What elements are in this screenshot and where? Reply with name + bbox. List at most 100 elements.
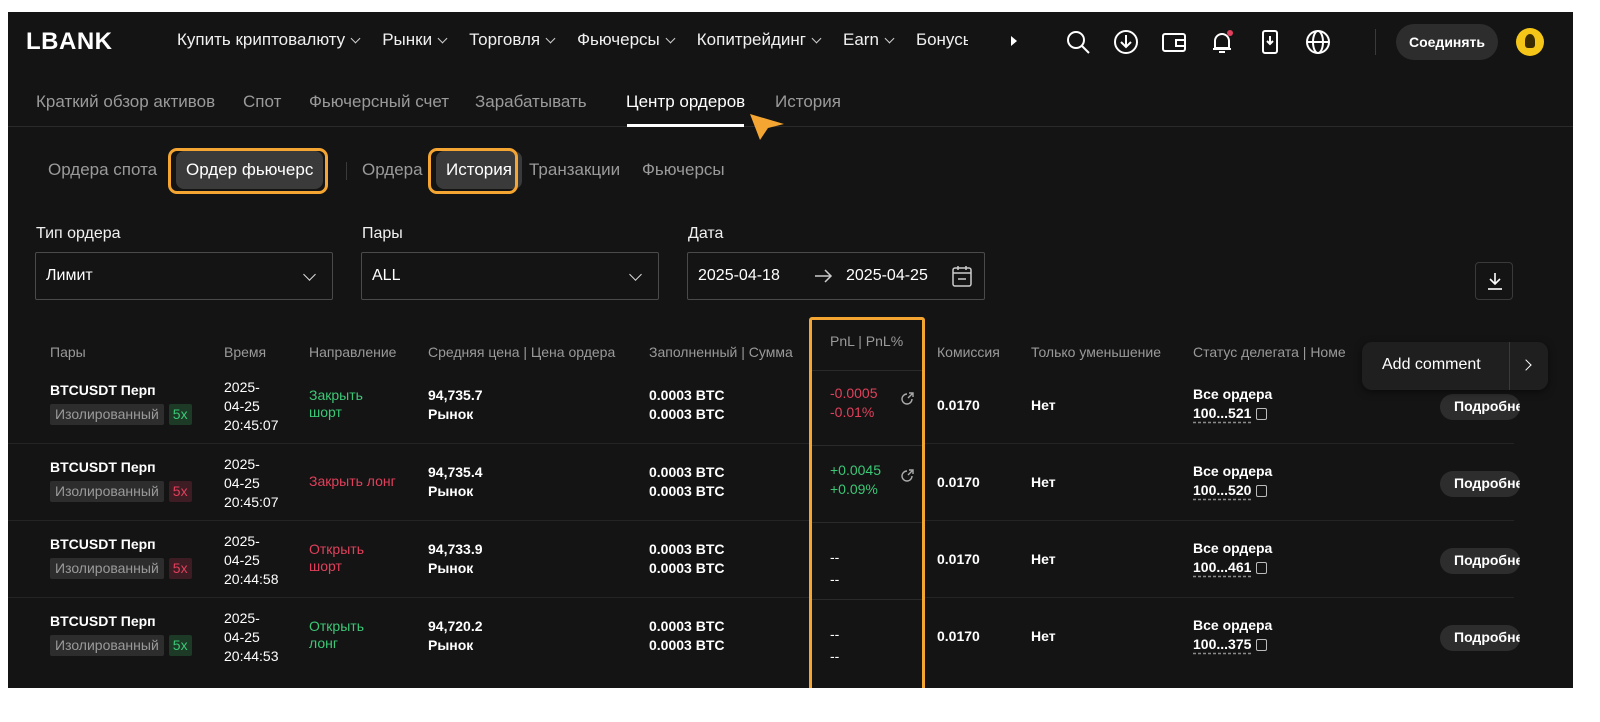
date-month-day: 04-25 <box>224 629 260 645</box>
tab-earn[interactable]: Зарабатывать <box>475 92 587 112</box>
pnl-cell: -0.0005 -0.01% <box>830 384 877 422</box>
details-button[interactable]: Подробнее <box>1440 625 1520 651</box>
chevron-down-icon <box>629 268 642 281</box>
delegate-status: Все ордера <box>1193 617 1273 633</box>
tab-spot[interactable]: Спот <box>243 92 281 112</box>
fee-cell: 0.0170 <box>937 474 980 490</box>
time-cell: 2025- 04-25 20:44:58 <box>224 532 279 589</box>
pnl-column-highlight: PnL | PnL% -0.0005 -0.01% +0.0045 +0.09%… <box>809 317 925 688</box>
date-range-picker[interactable]: 2025-04-18 2025-04-25 <box>687 252 985 300</box>
pnl-divider <box>812 599 922 600</box>
pair-cell: BTCUSDT Перп Изолированный 5x <box>50 535 192 579</box>
pnl-value: -0.0005 <box>830 385 878 401</box>
direction-line2: шорт <box>309 404 342 420</box>
subtab-transactions[interactable]: Транзакции <box>529 160 620 180</box>
pnl-percent: -0.01% <box>830 404 875 420</box>
menu-more-arrow-icon[interactable] <box>1011 36 1017 46</box>
share-icon[interactable] <box>900 469 914 483</box>
subtab-history[interactable]: История <box>436 151 522 189</box>
main-menu: Купить криптовалюту Рынки Торговля Фьюче… <box>177 30 968 50</box>
popup-divider <box>1509 342 1510 390</box>
subtab-futures-orders[interactable]: Ордер фьючерс <box>176 151 324 189</box>
amount-value: 0.0003 BTC <box>649 406 725 422</box>
add-comment-popup[interactable]: Add comment <box>1362 342 1548 390</box>
delegate-order-id[interactable]: 100...520 <box>1193 482 1251 498</box>
col-header-pair: Пары <box>50 344 86 360</box>
connect-button[interactable]: Соединять <box>1396 24 1498 60</box>
menu-label: Купить криптовалюту <box>177 30 346 49</box>
menu-earn[interactable]: Earn <box>843 30 895 50</box>
row-divider <box>8 597 1514 598</box>
leverage-badge: 5x <box>168 635 192 656</box>
price-cell: 94,735.7 Рынок <box>428 386 483 424</box>
copy-icon[interactable] <box>1256 562 1268 574</box>
col-header-filled: Заполненный | Сумма <box>649 344 793 360</box>
reduce-only-cell: Нет <box>1031 628 1056 644</box>
leverage-badge: 5x <box>168 481 192 502</box>
chevron-down-icon <box>884 33 895 43</box>
filled-value: 0.0003 BTC <box>649 464 725 480</box>
amount-value: 0.0003 BTC <box>649 560 725 576</box>
copy-icon[interactable] <box>1256 408 1268 420</box>
filled-value: 0.0003 BTC <box>649 618 725 634</box>
pairs-select[interactable]: ALL <box>361 252 659 300</box>
tab-asset-overview[interactable]: Краткий обзор активов <box>36 92 215 112</box>
share-icon[interactable] <box>900 392 914 406</box>
subtab-spot-orders[interactable]: Ордера спота <box>48 160 157 180</box>
globe-icon[interactable] <box>1304 28 1332 56</box>
download-icon[interactable] <box>1112 28 1140 56</box>
menu-buy-crypto[interactable]: Купить криптовалюту <box>177 30 361 50</box>
avg-price: 94,720.2 <box>428 618 483 634</box>
tab-order-center[interactable]: Центр ордеров <box>626 92 745 112</box>
avatar[interactable] <box>1516 28 1544 56</box>
pair-name[interactable]: BTCUSDT Перп <box>50 458 192 477</box>
bell-icon[interactable] <box>1208 28 1236 56</box>
reduce-only-cell: Нет <box>1031 551 1056 567</box>
menu-label: Торговля <box>469 30 541 49</box>
top-navbar: LBANK Купить криптовалюту Рынки Торговля… <box>8 12 1573 70</box>
date-to[interactable]: 2025-04-25 <box>846 267 928 285</box>
margin-mode-badge: Изолированный <box>50 558 164 579</box>
menu-copytrading[interactable]: Копитрейдинг <box>697 30 822 50</box>
subtab-futures[interactable]: Фьючерсы <box>642 160 725 180</box>
filled-cell: 0.0003 BTC 0.0003 BTC <box>649 386 724 424</box>
menu-trading[interactable]: Торговля <box>469 30 556 50</box>
wallet-icon[interactable] <box>1160 28 1188 56</box>
details-button[interactable]: Подробнее <box>1440 394 1520 420</box>
col-header-time: Время <box>224 344 267 360</box>
details-button[interactable]: Подробнее <box>1440 548 1520 574</box>
col-header-price: Средняя цена | Цена ордера <box>428 344 616 360</box>
delegate-order-id[interactable]: 100...521 <box>1193 405 1251 421</box>
pair-name[interactable]: BTCUSDT Перп <box>50 535 192 554</box>
menu-bonuses[interactable]: Бонусы <box>916 30 968 50</box>
mobile-download-icon[interactable] <box>1256 28 1284 56</box>
tab-history[interactable]: История <box>775 92 841 112</box>
export-button[interactable] <box>1475 262 1513 300</box>
date-from[interactable]: 2025-04-18 <box>698 267 780 285</box>
calendar-icon[interactable] <box>952 265 972 287</box>
delegate-order-id[interactable]: 100...461 <box>1193 559 1251 575</box>
menu-markets[interactable]: Рынки <box>382 30 448 50</box>
chevron-down-icon <box>303 268 316 281</box>
reduce-only-cell: Нет <box>1031 397 1056 413</box>
menu-label: Фьючерсы <box>577 30 660 49</box>
tab-futures-account[interactable]: Фьючерсный счет <box>309 92 449 112</box>
delegate-order-id[interactable]: 100...375 <box>1193 636 1251 652</box>
direction-line2: шорт <box>309 558 342 574</box>
delegate-cell: Все ордера 100...461 <box>1193 539 1272 577</box>
subtab-orders[interactable]: Ордера <box>362 160 423 180</box>
menu-futures[interactable]: Фьючерсы <box>577 30 676 50</box>
pair-name[interactable]: BTCUSDT Перп <box>50 381 192 400</box>
lbank-logo[interactable]: LBANK <box>26 28 113 56</box>
order-type-select[interactable]: Лимит <box>35 252 333 300</box>
search-icon[interactable] <box>1064 28 1092 56</box>
pair-name[interactable]: BTCUSDT Перп <box>50 612 192 631</box>
direction-line1: Открыть <box>309 618 364 634</box>
chevron-right-icon[interactable] <box>1520 359 1532 371</box>
pair-cell: BTCUSDT Перп Изолированный 5x <box>50 458 192 502</box>
copy-icon[interactable] <box>1256 639 1268 651</box>
direction-line1: Открыть <box>309 541 364 557</box>
details-button[interactable]: Подробнее <box>1440 471 1520 497</box>
pnl-cell: -- -- <box>830 546 839 590</box>
copy-icon[interactable] <box>1256 485 1268 497</box>
